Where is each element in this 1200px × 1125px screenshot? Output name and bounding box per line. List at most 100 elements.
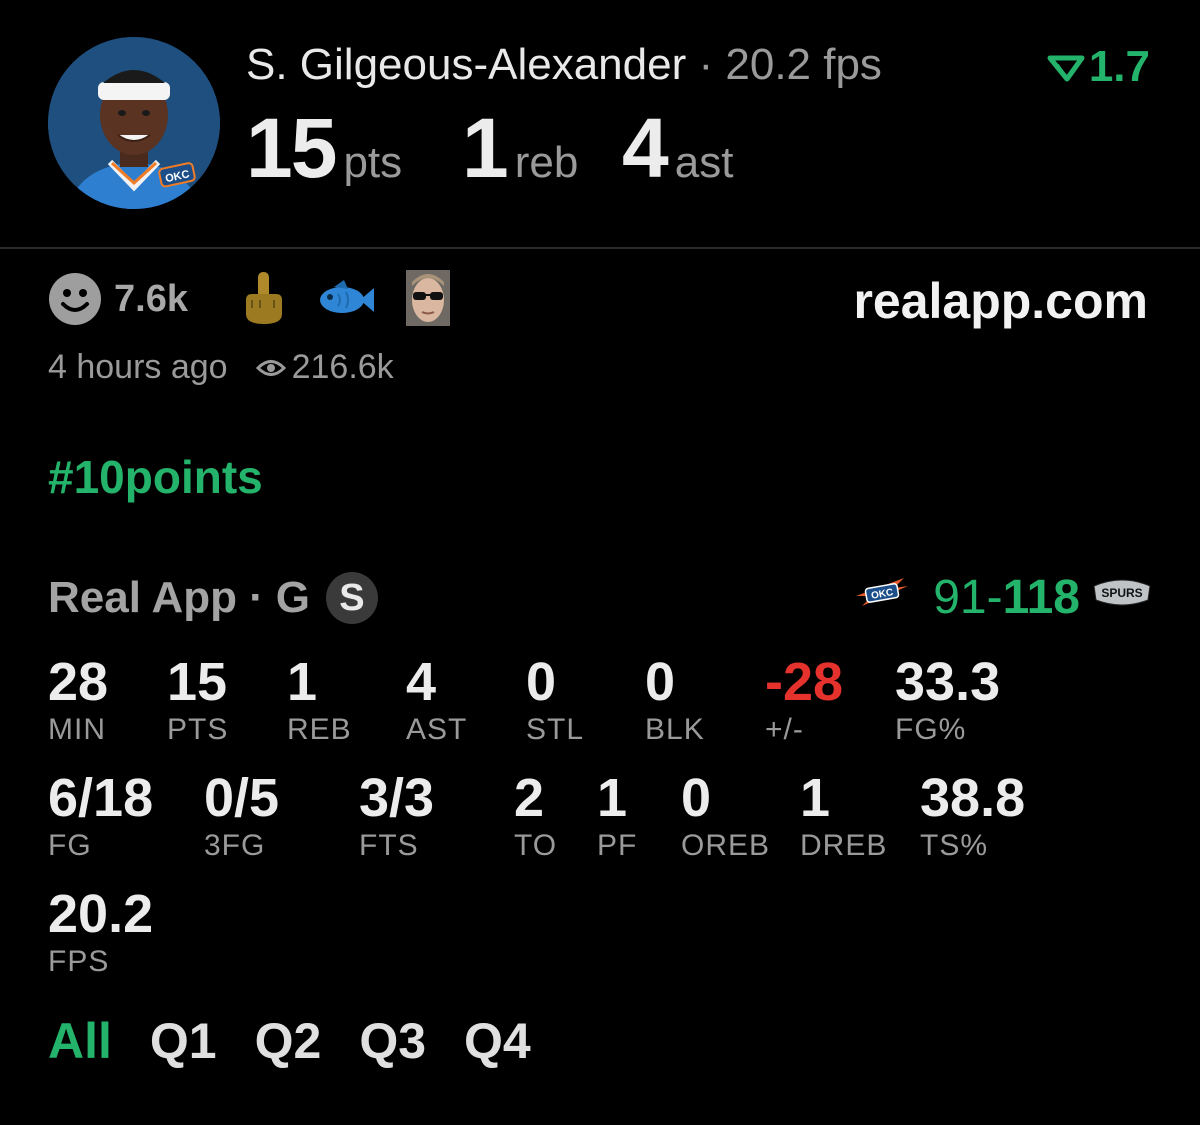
player-photo: OKC — [48, 37, 220, 209]
header-divider — [0, 247, 1200, 249]
stat-fts: 3/3 FTS — [359, 768, 434, 864]
post-meta: 4 hours ago 216.6k — [48, 348, 394, 387]
stat-label: TO — [514, 829, 558, 862]
stat-value: 28 — [48, 652, 109, 712]
svg-text:SPURS: SPURS — [1101, 586, 1142, 600]
stat-ast: 4 AST — [406, 652, 467, 748]
stat-label: BLK — [645, 713, 705, 746]
eye-icon — [255, 359, 286, 376]
tab-q2[interactable]: Q2 — [255, 1012, 322, 1070]
assists-value: 4 — [622, 101, 669, 195]
stat-pf: 1 PF — [597, 768, 637, 864]
stat-label: REB — [287, 713, 352, 746]
smiley-icon — [49, 273, 101, 325]
time-ago: 4 hours ago — [48, 348, 228, 386]
assists-unit: ast — [674, 138, 734, 187]
trend-indicator: 1.7 — [1047, 42, 1150, 92]
stat-3fg: 0/5 3FG — [204, 768, 279, 864]
tab-q3[interactable]: Q3 — [359, 1012, 426, 1070]
stat-min: 28 MIN — [48, 652, 108, 748]
stat-plus-minus: -28 +/- — [765, 652, 843, 748]
tab-q4[interactable]: Q4 — [464, 1012, 531, 1070]
position-label: G — [275, 573, 310, 622]
hashtag-link[interactable]: #10points — [48, 450, 263, 504]
source-name[interactable]: Real App — [48, 573, 237, 623]
player-headline: S. Gilgeous-Alexander · 20.2 fps — [246, 40, 882, 90]
stat-value: -28 — [765, 652, 844, 712]
stat-dreb: 1 DREB — [800, 768, 887, 864]
stat-value: 38.8 — [920, 768, 1026, 828]
stat-value: 0 — [645, 652, 676, 712]
headline-points: 15 pts — [246, 100, 402, 197]
player-avatar[interactable]: OKC — [48, 37, 220, 209]
stat-fg-pct: 33.3 FG% — [895, 652, 1000, 748]
stat-label: +/- — [765, 713, 804, 746]
stat-label: OREB — [681, 829, 771, 862]
rebounds-unit: reb — [514, 138, 579, 187]
stat-value: 2 — [514, 768, 545, 828]
trend-value: 1.7 — [1088, 42, 1150, 91]
stat-value: 0 — [681, 768, 712, 828]
site-link[interactable]: realapp.com — [853, 272, 1148, 330]
stat-stl: 0 STL — [526, 652, 584, 748]
game-score[interactable]: 91-118 — [933, 570, 1080, 625]
stat-label: FG — [48, 829, 92, 862]
stat-label: FTS — [359, 829, 419, 862]
stat-blk: 0 BLK — [645, 652, 705, 748]
score-dash: - — [986, 571, 1003, 624]
stat-label: STL — [526, 713, 585, 746]
views-value: 216.6k — [291, 348, 394, 386]
tab-q1[interactable]: Q1 — [150, 1012, 217, 1070]
separator-dot: · — [249, 573, 264, 622]
starter-badge: S — [325, 572, 378, 624]
fps-label: 20.2 fps — [725, 40, 882, 89]
points-unit: pts — [343, 138, 403, 187]
stat-value: 1 — [800, 768, 831, 828]
headline-assists: 4 ast — [622, 100, 733, 197]
fish-emoji[interactable] — [316, 270, 376, 326]
stat-value: 3/3 — [359, 768, 435, 828]
stat-value: 0/5 — [204, 768, 280, 828]
stat-label: AST — [406, 713, 468, 746]
player-name[interactable]: S. Gilgeous-Alexander — [246, 40, 686, 89]
trend-down-icon — [1047, 55, 1085, 82]
reaction-count: 7.6k — [114, 277, 188, 320]
middle-finger-emoji[interactable] — [236, 270, 290, 326]
score-home: 91 — [933, 571, 987, 624]
game-source: Real App · G S — [48, 572, 378, 624]
points-value: 15 — [246, 101, 337, 195]
headline-rebounds: 1 reb — [462, 100, 578, 197]
stat-label: FG% — [895, 713, 967, 746]
stat-label: DREB — [800, 829, 888, 862]
rebounds-value: 1 — [462, 101, 509, 195]
stat-pts: 15 PTS — [167, 652, 228, 748]
stat-fps: 20.2 FPS — [48, 884, 153, 980]
score-away: 118 — [1002, 571, 1080, 624]
stat-label: TS% — [920, 829, 989, 862]
stat-label: 3FG — [204, 829, 266, 862]
stat-value: 20.2 — [48, 884, 154, 944]
stat-value: 1 — [597, 768, 628, 828]
sunglasses-face-emoji[interactable] — [406, 270, 450, 326]
tab-all[interactable]: All — [48, 1012, 112, 1070]
okc-thunder-logo[interactable]: OKC — [854, 574, 910, 615]
view-count: 216.6k — [255, 348, 394, 387]
stat-value: 0 — [526, 652, 557, 712]
stat-value: 6/18 — [48, 768, 154, 828]
stat-value: 1 — [287, 652, 318, 712]
stat-fg: 6/18 FG — [48, 768, 153, 864]
san-antonio-spurs-logo[interactable]: SPURS — [1092, 576, 1152, 615]
stat-oreb: 0 OREB — [681, 768, 770, 864]
stat-to: 2 TO — [514, 768, 557, 864]
reaction-button[interactable]: 7.6k — [48, 272, 188, 326]
stat-label: PF — [597, 829, 638, 862]
quarter-tabs: All Q1 Q2 Q3 Q4 — [48, 1012, 569, 1070]
stat-label: MIN — [48, 713, 106, 746]
separator-dot: · — [698, 40, 714, 89]
stat-value: 15 — [167, 652, 228, 712]
stat-value: 33.3 — [895, 652, 1001, 712]
stat-reb: 1 REB — [287, 652, 352, 748]
stat-label: FPS — [48, 945, 110, 978]
stat-label: PTS — [167, 713, 229, 746]
stat-ts-pct: 38.8 TS% — [920, 768, 1025, 864]
